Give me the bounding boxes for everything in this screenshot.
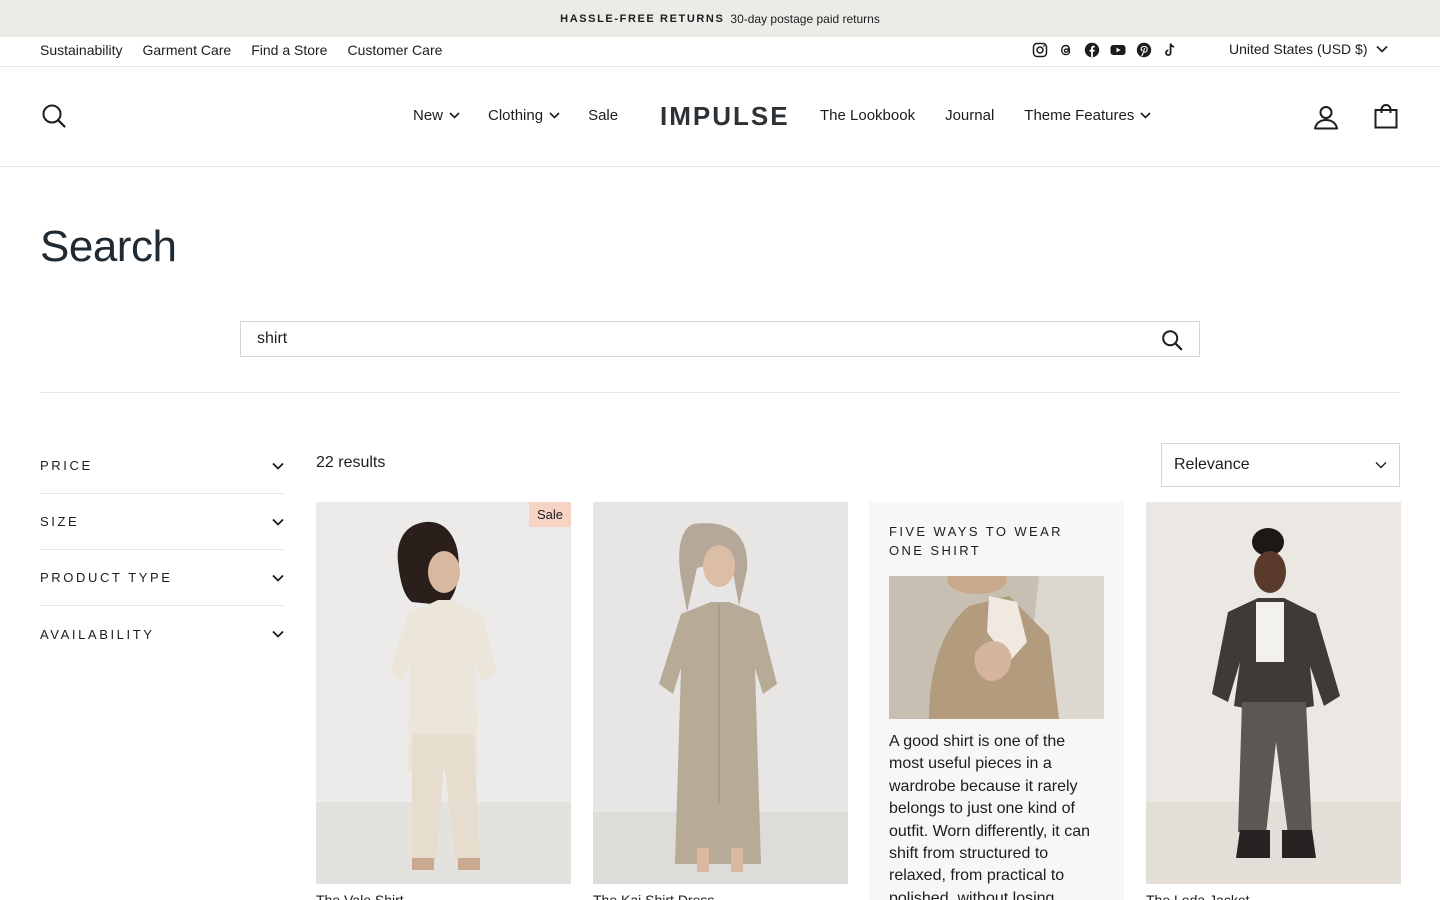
social-links — [1032, 42, 1178, 58]
chevron-down-icon — [1375, 45, 1388, 53]
nav-item-label: Sale — [588, 107, 619, 124]
product-name[interactable]: The Kai Shirt Dress — [593, 892, 714, 900]
article-image[interactable] — [889, 576, 1104, 719]
article-card[interactable]: FIVE WAYS TO WEAR ONE SHIRT A good shirt… — [869, 502, 1124, 900]
product-name[interactable]: The Leda Jacket — [1146, 892, 1250, 900]
product-photo — [593, 502, 848, 884]
currency-label: United States (USD $) — [1229, 41, 1368, 57]
filter-label: PRICE — [40, 458, 93, 473]
product-image[interactable]: Sale — [316, 502, 571, 884]
product-card[interactable]: The Leda Jacket — [1146, 502, 1401, 900]
product-card[interactable]: The Kai Shirt Dress — [593, 502, 848, 900]
search-icon[interactable] — [40, 102, 68, 130]
chevron-down-icon — [549, 112, 560, 119]
filter-label: AVAILABILITY — [40, 626, 155, 642]
sort-select[interactable]: Relevance — [1161, 443, 1400, 487]
nav-item-journal[interactable]: Journal — [945, 107, 994, 124]
nav-item-label: New — [413, 107, 444, 124]
utility-link-sustainability[interactable]: Sustainability — [40, 42, 123, 58]
utility-links: Sustainability Garment Care Find a Store… — [40, 42, 442, 58]
chevron-down-icon — [272, 574, 284, 582]
main-nav-left: New Clothing Sale — [413, 107, 618, 124]
filter-sidebar: PRICE SIZE PRODUCT TYPE AVAILABILITY — [40, 438, 284, 662]
nav-item-label: Clothing — [488, 107, 544, 124]
nav-item-label: Theme Features — [1024, 107, 1135, 124]
results-count: 22 results — [316, 454, 386, 471]
nav-item-label: Journal — [945, 107, 995, 124]
pinterest-icon[interactable] — [1136, 42, 1152, 58]
youtube-icon[interactable] — [1110, 42, 1126, 58]
instagram-icon[interactable] — [1032, 42, 1048, 58]
product-card[interactable]: Sale The Vale Shirt — [316, 502, 571, 900]
account-icon[interactable] — [1312, 103, 1340, 131]
filter-price[interactable]: PRICE — [40, 438, 284, 494]
filter-size[interactable]: SIZE — [40, 494, 284, 550]
announcement-bar: HASSLE-FREE RETURNS 30-day postage paid … — [0, 0, 1440, 37]
product-image[interactable] — [593, 502, 848, 884]
filter-availability[interactable]: AVAILABILITY — [40, 606, 284, 662]
chevron-down-icon — [1140, 112, 1151, 119]
nav-item-clothing[interactable]: Clothing — [488, 107, 560, 124]
main-nav-right: The Lookbook Journal Theme Features — [820, 107, 1151, 124]
nav-item-new[interactable]: New — [413, 107, 460, 124]
filter-label: PRODUCT TYPE — [40, 570, 173, 585]
article-title[interactable]: FIVE WAYS TO WEAR ONE SHIRT — [889, 522, 1104, 560]
nav-item-theme-features[interactable]: Theme Features — [1024, 107, 1151, 124]
chevron-down-icon — [272, 518, 284, 526]
threads-icon[interactable] — [1058, 42, 1074, 58]
sort-value: Relevance — [1174, 456, 1250, 473]
filter-product-type[interactable]: PRODUCT TYPE — [40, 550, 284, 606]
sale-badge: Sale — [528, 502, 571, 527]
utility-link-customer-care[interactable]: Customer Care — [347, 42, 442, 58]
nav-item-lookbook[interactable]: The Lookbook — [820, 107, 915, 124]
facebook-icon[interactable] — [1084, 42, 1100, 58]
section-divider — [40, 392, 1400, 393]
filter-label: SIZE — [40, 514, 80, 529]
utility-link-find-a-store[interactable]: Find a Store — [251, 42, 327, 58]
utility-bar: Sustainability Garment Care Find a Store… — [0, 37, 1440, 67]
product-photo — [316, 502, 571, 884]
chevron-down-icon — [1375, 462, 1387, 469]
utility-link-garment-care[interactable]: Garment Care — [143, 42, 232, 58]
product-image[interactable] — [1146, 502, 1401, 884]
announcement-title: HASSLE-FREE RETURNS — [560, 12, 725, 25]
page-title: Search — [40, 222, 177, 271]
article-photo — [889, 576, 1104, 719]
search-form — [240, 321, 1200, 357]
cart-icon[interactable] — [1372, 102, 1400, 130]
tiktok-icon[interactable] — [1162, 42, 1178, 58]
chevron-down-icon — [449, 112, 460, 119]
nav-item-sale[interactable]: Sale — [588, 107, 618, 124]
product-photo — [1146, 502, 1401, 884]
search-submit-icon[interactable] — [1161, 329, 1183, 351]
site-header: New Clothing Sale IMPULSE The Lookbook J… — [0, 67, 1440, 167]
search-input[interactable] — [241, 322, 1141, 356]
product-name[interactable]: The Vale Shirt — [316, 892, 404, 900]
announcement-text: 30-day postage paid returns — [730, 11, 880, 26]
chevron-down-icon — [272, 630, 284, 638]
site-logo[interactable]: IMPULSE — [660, 101, 790, 132]
currency-selector[interactable]: United States (USD $) — [1229, 41, 1388, 57]
article-excerpt: A good shirt is one of the most useful p… — [889, 733, 1090, 900]
chevron-down-icon — [272, 462, 284, 470]
nav-item-label: The Lookbook — [820, 107, 916, 124]
